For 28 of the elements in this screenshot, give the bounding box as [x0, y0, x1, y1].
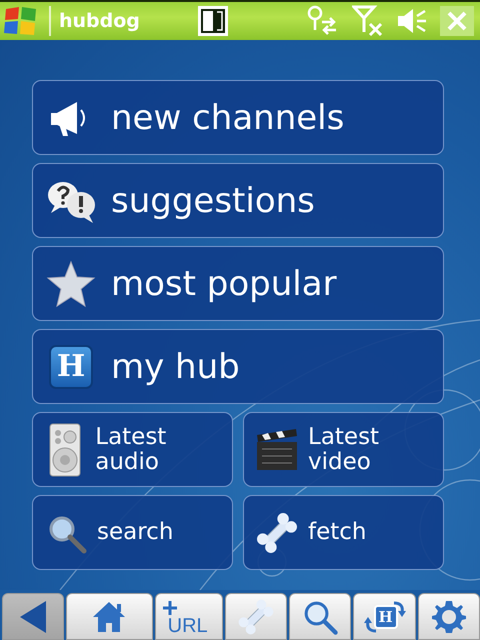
plus-icon	[162, 600, 178, 616]
add-url-button[interactable]: URL	[154, 593, 223, 640]
fetch-button[interactable]	[224, 593, 288, 640]
settings-button[interactable]	[418, 593, 480, 640]
menu-button[interactable]: suggestions	[32, 163, 444, 238]
bone-icon	[236, 596, 276, 636]
back-button[interactable]	[2, 593, 64, 640]
windows-logo-icon[interactable]	[3, 6, 39, 36]
menu-button[interactable]: most popular	[32, 246, 444, 321]
menu-button[interactable]: search	[32, 495, 233, 570]
star-icon	[46, 260, 96, 308]
menu-button[interactable]: Latest video	[243, 412, 444, 487]
home-icon	[91, 600, 128, 634]
back-arrow-icon	[18, 598, 48, 634]
keyboard-toggle-icon[interactable]	[197, 5, 229, 37]
clapperboard-icon	[254, 426, 300, 472]
menu-button[interactable]: Latest audio	[32, 412, 233, 487]
search-button[interactable]	[289, 593, 352, 640]
hub-logo-icon: H	[49, 344, 93, 388]
menu-button[interactable]: new channels	[32, 80, 444, 155]
gear-icon	[430, 598, 467, 634]
home-button[interactable]	[66, 593, 153, 640]
menu-button[interactable]: fetch	[243, 495, 444, 570]
menu-button[interactable]: H my hub	[32, 329, 444, 404]
close-icon	[447, 11, 467, 31]
hub-sync-button[interactable]: H	[353, 593, 416, 640]
loudspeaker-icon	[48, 422, 82, 478]
window-title: hubdog	[59, 10, 141, 32]
